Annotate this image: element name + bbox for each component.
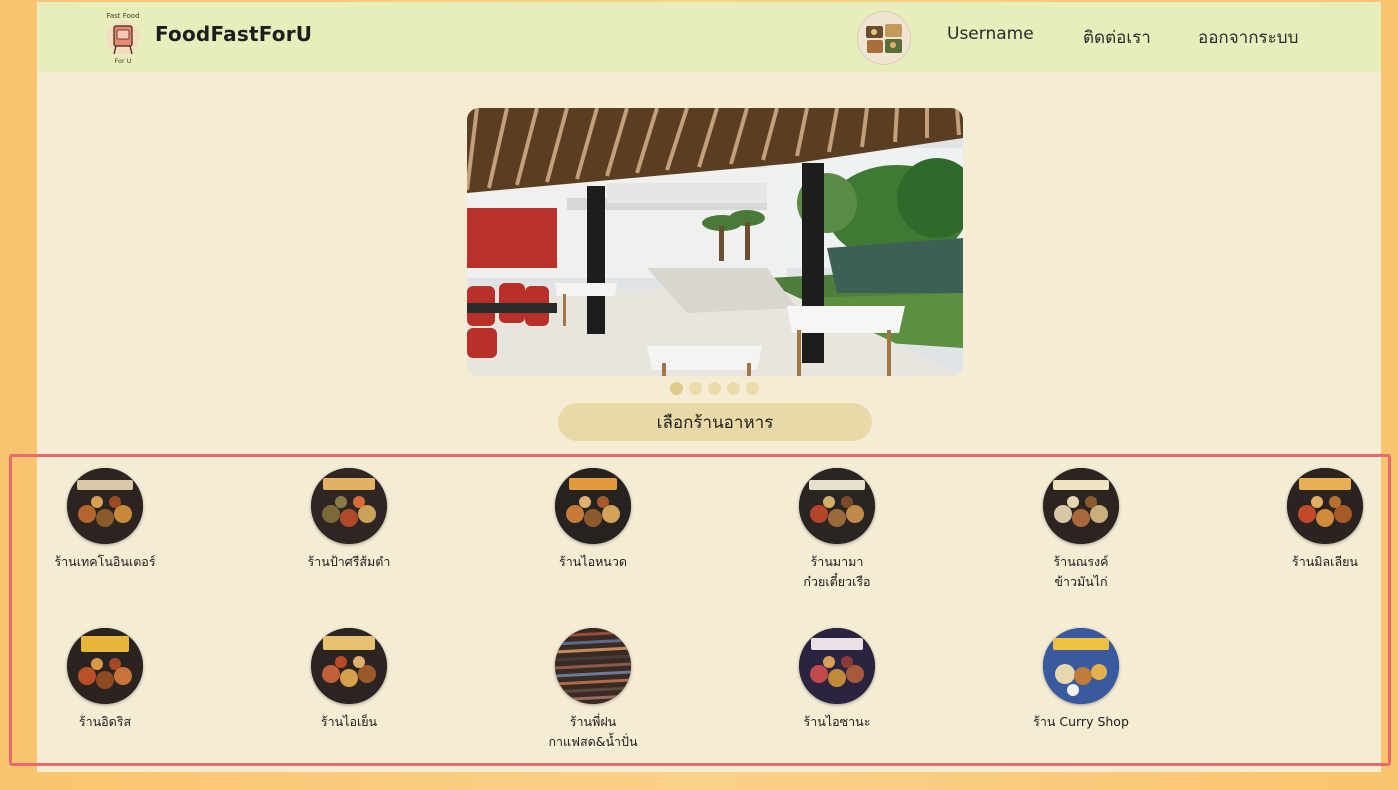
shop-name: ร้านมิลเลียน: [1292, 554, 1358, 569]
shop-card[interactable]: ร้านอิดริส: [37, 628, 190, 732]
shop-thumbnail: [1043, 468, 1119, 544]
shop-card[interactable]: ร้านณรงค์ ข้าวมันไก่: [996, 468, 1166, 592]
svg-text:Fast Food: Fast Food: [106, 12, 139, 20]
shop-name: ร้านอิดริส: [78, 714, 132, 729]
shop-card[interactable]: ร้านไอเย็น: [264, 628, 434, 732]
shop-thumbnail: [67, 468, 143, 544]
shop-thumbnail: [1287, 468, 1363, 544]
shop-name: ร้านเทคโนอินเตอร์: [54, 554, 156, 569]
shop-name: ร้านณรงค์ ข้าวมันไก่: [1053, 554, 1109, 589]
shop-card[interactable]: ร้านพี่ฝน กาแฟสด&น้ำปั่น: [508, 628, 678, 752]
carousel-dots: [670, 382, 759, 396]
carousel-dot[interactable]: [670, 382, 683, 395]
contact-link[interactable]: ติดต่อเรา: [1083, 24, 1151, 51]
shop-name: ร้าน Curry Shop: [1033, 714, 1129, 729]
page-frame: Fast Food For U FoodFastForU Username ติ…: [37, 2, 1381, 772]
choose-restaurant-button[interactable]: เลือกร้านอาหาร: [558, 403, 872, 441]
shop-thumbnail: [799, 628, 875, 704]
logout-link[interactable]: ออกจากระบบ: [1198, 24, 1298, 51]
svg-text:For U: For U: [115, 57, 132, 65]
shop-thumbnail: [1043, 628, 1119, 704]
shop-thumbnail: [555, 468, 631, 544]
navbar: Fast Food For U FoodFastForU Username ติ…: [37, 2, 1381, 72]
shop-name: ร้านไอซานะ: [803, 714, 871, 729]
shop-name: ร้านพี่ฝน กาแฟสด&น้ำปั่น: [548, 714, 638, 749]
shop-card[interactable]: ร้านไอหนวด: [508, 468, 678, 572]
shop-name: ร้านไอเย็น: [320, 714, 378, 729]
brand-logo[interactable]: Fast Food For U: [99, 8, 147, 66]
carousel-dot[interactable]: [708, 382, 721, 395]
shop-card[interactable]: ร้านมามา ก๋วยเตี๋ยวเรือ: [752, 468, 922, 592]
shop-name: ร้านป้าศรีส้มตำ: [307, 554, 391, 569]
shop-card[interactable]: ร้านไอซานะ: [752, 628, 922, 732]
shop-thumbnail: [311, 468, 387, 544]
shop-thumbnail: [799, 468, 875, 544]
shop-card[interactable]: ร้านเทคโนอินเตอร์: [37, 468, 190, 572]
shop-card[interactable]: ร้านป้าศรีส้มตำ: [264, 468, 434, 572]
carousel-dot[interactable]: [727, 382, 740, 395]
shop-thumbnail: [555, 628, 631, 704]
shop-thumbnail: [67, 628, 143, 704]
brand-name[interactable]: FoodFastForU: [155, 22, 312, 46]
avatar[interactable]: [857, 11, 911, 65]
carousel-dot[interactable]: [689, 382, 702, 395]
hero-carousel-image: [467, 108, 963, 376]
shop-name: ร้านไอหนวด: [559, 554, 627, 569]
username-link[interactable]: Username: [947, 24, 1034, 44]
shop-card[interactable]: ร้านมิลเลียน: [1240, 468, 1381, 572]
carousel-dot[interactable]: [746, 382, 759, 395]
shop-thumbnail: [311, 628, 387, 704]
shop-card[interactable]: ร้าน Curry Shop: [996, 628, 1166, 732]
shop-name: ร้านมามา ก๋วยเตี๋ยวเรือ: [803, 554, 871, 589]
